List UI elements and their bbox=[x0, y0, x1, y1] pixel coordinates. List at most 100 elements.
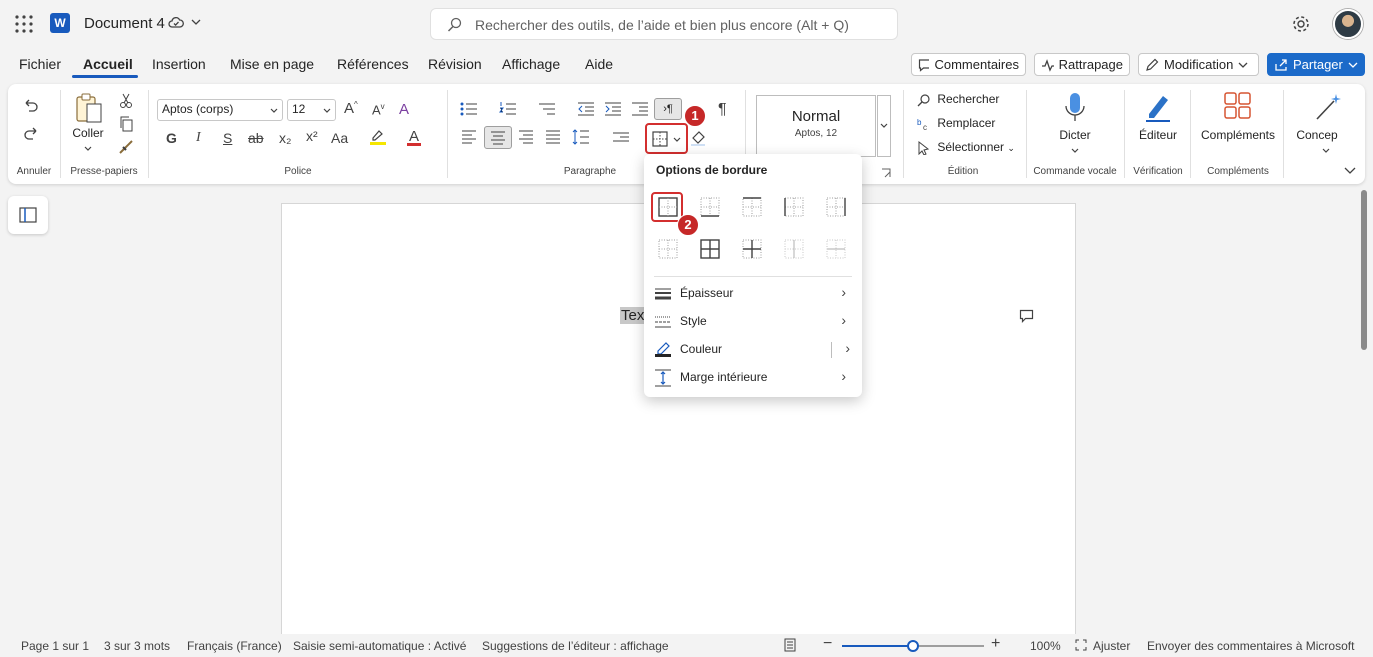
border-option-left[interactable] bbox=[783, 196, 805, 218]
border-option-right[interactable] bbox=[825, 196, 847, 218]
change-case-button[interactable]: Aa bbox=[331, 130, 348, 146]
tab-references[interactable]: Références bbox=[337, 56, 409, 72]
numbering-icon[interactable] bbox=[499, 101, 517, 117]
feedback-link[interactable]: Envoyer des commentaires à Microsoft bbox=[1147, 639, 1354, 653]
border-option-none[interactable] bbox=[657, 238, 679, 260]
zoom-out-icon[interactable]: − bbox=[823, 635, 832, 653]
align-center-button[interactable] bbox=[484, 126, 512, 149]
copy-icon[interactable] bbox=[118, 116, 134, 132]
tab-insertion[interactable]: Insertion bbox=[152, 56, 206, 72]
microphone-icon[interactable] bbox=[1064, 92, 1086, 124]
page-count[interactable]: Page 1 sur 1 bbox=[21, 639, 89, 653]
zoom-slider-thumb[interactable] bbox=[907, 640, 919, 652]
cut-icon[interactable] bbox=[119, 93, 133, 109]
subscript-button[interactable]: x₂ bbox=[279, 130, 291, 146]
menu-item-padding[interactable]: Marge intérieure › bbox=[644, 364, 862, 392]
pilcrow-button[interactable]: ¶ bbox=[718, 101, 727, 119]
format-painter-icon[interactable] bbox=[118, 139, 134, 155]
zoom-in-icon[interactable]: + bbox=[991, 635, 1000, 653]
chevron-down-icon[interactable] bbox=[191, 17, 201, 27]
font-size-select[interactable]: 12 bbox=[287, 99, 336, 121]
fit-button[interactable]: Ajuster bbox=[1093, 639, 1130, 653]
decrease-indent-icon[interactable] bbox=[577, 101, 595, 117]
tab-accueil[interactable]: Accueil bbox=[83, 56, 133, 72]
borders-button[interactable] bbox=[645, 123, 688, 154]
menu-item-color[interactable]: Couleur › bbox=[644, 336, 862, 364]
border-option-bottom[interactable] bbox=[699, 196, 721, 218]
style-normal[interactable]: Normal Aptos, 12 bbox=[756, 95, 876, 157]
language[interactable]: Français (France) bbox=[187, 639, 282, 653]
new-comment-icon[interactable] bbox=[1019, 309, 1035, 323]
clear-formatting-icon[interactable]: A bbox=[399, 101, 409, 118]
border-option-inside[interactable] bbox=[741, 238, 763, 260]
dictate-label[interactable]: Dicter bbox=[1046, 128, 1104, 142]
read-mode-icon[interactable] bbox=[784, 638, 796, 652]
autocomplete-status[interactable]: Saisie semi-automatique : Activé bbox=[293, 639, 466, 653]
highlight-color-icon[interactable] bbox=[369, 128, 387, 146]
selected-text[interactable]: Tex bbox=[620, 307, 646, 324]
redo-icon[interactable] bbox=[22, 126, 40, 144]
menu-item-style[interactable]: Style › bbox=[644, 308, 862, 336]
addins-button-label[interactable]: Compléments bbox=[1198, 128, 1278, 142]
app-launcher-icon[interactable] bbox=[14, 14, 34, 34]
chevron-down-icon[interactable] bbox=[84, 145, 92, 153]
border-option-inside-horizontal[interactable] bbox=[825, 238, 847, 260]
search-box[interactable]: Rechercher des outils, de l’aide et bien… bbox=[430, 8, 898, 40]
navigation-pane-button[interactable] bbox=[8, 196, 48, 234]
menu-item-thickness[interactable]: Épaisseur › bbox=[644, 280, 862, 308]
border-option-inside-vertical[interactable] bbox=[783, 238, 805, 260]
increase-indent-alt-icon[interactable] bbox=[631, 101, 649, 117]
zoom-slider[interactable] bbox=[842, 640, 984, 652]
superscript-button[interactable]: x² bbox=[306, 128, 318, 144]
underline-button[interactable]: S bbox=[223, 130, 232, 146]
vertical-scrollbar[interactable] bbox=[1361, 190, 1367, 350]
editing-mode-button[interactable]: Modification bbox=[1138, 53, 1259, 76]
editor-suggestions-status[interactable]: Suggestions de l’éditeur : affichage bbox=[482, 639, 669, 653]
gear-icon[interactable] bbox=[1291, 14, 1311, 34]
grow-font-icon[interactable]: A^ bbox=[344, 100, 358, 117]
designer-label[interactable]: Concep bbox=[1292, 128, 1342, 142]
word-count[interactable]: 3 sur 3 mots bbox=[104, 639, 170, 653]
paste-label[interactable]: Coller bbox=[70, 126, 106, 140]
undo-icon[interactable] bbox=[22, 98, 40, 116]
ltr-button[interactable]: ›¶ bbox=[654, 98, 682, 120]
styles-expand-button[interactable] bbox=[877, 95, 891, 157]
line-spacing-icon[interactable] bbox=[572, 129, 590, 145]
zoom-level[interactable]: 100% bbox=[1030, 639, 1061, 653]
border-option-all[interactable] bbox=[699, 238, 721, 260]
find-button[interactable]: Rechercher bbox=[917, 92, 999, 107]
editor-label[interactable]: Éditeur bbox=[1134, 128, 1182, 142]
document-title[interactable]: Document 4 bbox=[84, 15, 165, 32]
designer-icon[interactable] bbox=[1314, 92, 1342, 122]
tab-fichier[interactable]: Fichier bbox=[19, 56, 61, 72]
paste-icon[interactable] bbox=[74, 92, 104, 124]
share-button[interactable]: Partager bbox=[1267, 53, 1365, 76]
tab-affichage[interactable]: Affichage bbox=[502, 56, 560, 72]
dialog-launcher-icon[interactable] bbox=[881, 168, 891, 178]
addins-icon[interactable] bbox=[1224, 92, 1252, 122]
catchup-button[interactable]: Rattrapage bbox=[1034, 53, 1130, 76]
paragraph-spacing-icon[interactable] bbox=[612, 129, 630, 145]
increase-indent-icon[interactable] bbox=[604, 101, 622, 117]
fit-icon[interactable] bbox=[1075, 639, 1087, 651]
chevron-down-icon[interactable] bbox=[1322, 147, 1330, 155]
tab-revision[interactable]: Révision bbox=[428, 56, 482, 72]
font-name-select[interactable]: Aptos (corps) bbox=[157, 99, 283, 121]
comments-button[interactable]: Commentaires bbox=[911, 53, 1026, 76]
chevron-down-icon[interactable] bbox=[1071, 147, 1079, 155]
border-option-top[interactable] bbox=[741, 196, 763, 218]
italic-button[interactable]: I bbox=[196, 130, 201, 146]
ribbon-collapse-icon[interactable] bbox=[1344, 166, 1356, 176]
tab-mise-en-page[interactable]: Mise en page bbox=[230, 56, 314, 72]
shading-icon[interactable] bbox=[690, 129, 708, 147]
tab-aide[interactable]: Aide bbox=[585, 56, 613, 72]
bold-button[interactable]: G bbox=[166, 130, 177, 146]
replace-button[interactable]: bc Remplacer bbox=[917, 116, 995, 131]
editor-icon[interactable] bbox=[1143, 92, 1173, 124]
shrink-font-icon[interactable]: Av bbox=[372, 102, 385, 117]
select-button[interactable]: Sélectionner ⌄ bbox=[917, 140, 1015, 155]
align-left-icon[interactable] bbox=[461, 130, 477, 144]
align-right-icon[interactable] bbox=[518, 130, 534, 144]
strikethrough-button[interactable]: ab bbox=[248, 130, 264, 146]
border-option-outside[interactable] bbox=[657, 196, 679, 218]
